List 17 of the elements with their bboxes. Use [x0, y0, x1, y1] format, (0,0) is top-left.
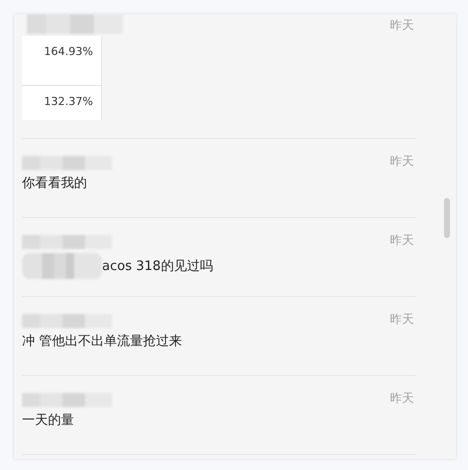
message-time: 昨天: [390, 17, 414, 34]
chat-item[interactable]: 昨天 你看看我的: [22, 139, 416, 218]
message-text: acos 318的见过吗: [102, 258, 213, 275]
table-cell: 164.93%: [22, 36, 102, 86]
chat-item[interactable]: 昨天 一天的量: [22, 376, 416, 455]
chat-item[interactable]: 昨天 164.93% 132.37%: [22, 14, 416, 139]
chat-item[interactable]: 昨天 冲 管他出不出单流量抢过来: [22, 297, 416, 376]
message-text: 一天的量: [22, 412, 74, 429]
message-time: 昨天: [390, 390, 414, 407]
message-text: 你看看我的: [22, 175, 87, 192]
chat-item[interactable]: 昨天 acos 318的见过吗: [22, 218, 416, 297]
message-text: 冲 管他出不出单流量抢过来: [22, 333, 182, 350]
message-time: 昨天: [390, 232, 414, 249]
scrollbar-thumb[interactable]: [444, 198, 450, 238]
table-cell: 132.37%: [22, 86, 102, 120]
message-time: 昨天: [390, 153, 414, 170]
message-time: 昨天: [390, 311, 414, 328]
